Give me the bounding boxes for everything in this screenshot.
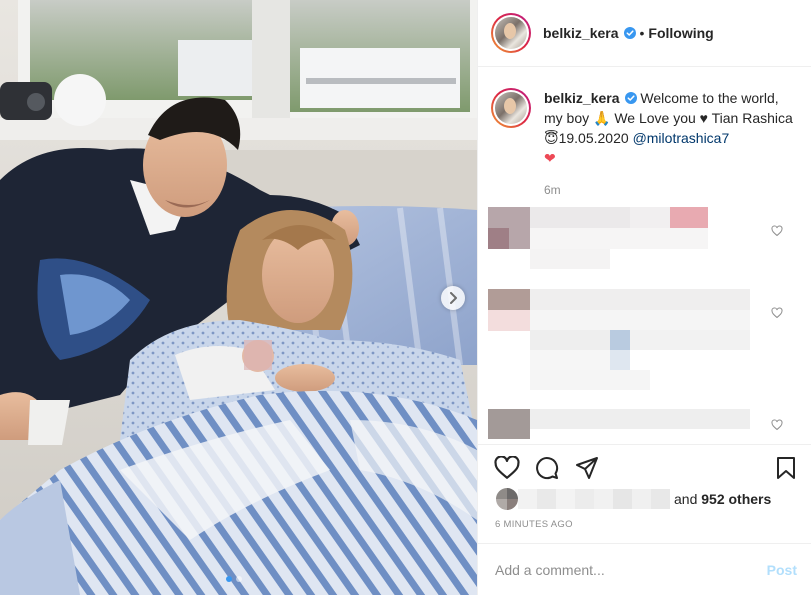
post-sidebar: belkiz_kera • Following belkiz_kera Welc…	[477, 0, 811, 595]
comments-area[interactable]: belkiz_kera Welcome to the world, my boy…	[478, 68, 811, 444]
comment-input[interactable]	[495, 561, 767, 578]
heart-icon[interactable]	[494, 456, 520, 480]
avatar[interactable]	[491, 13, 531, 53]
caption-age: 6m	[544, 183, 561, 197]
post-comment-button[interactable]: Post	[767, 562, 797, 578]
post-timestamp[interactable]: 6 MINUTES AGO	[495, 519, 573, 530]
liker-name-blurred	[518, 489, 670, 509]
username-link[interactable]: belkiz_kera	[543, 25, 619, 41]
liker-avatar	[496, 488, 518, 510]
small-heart-icon[interactable]	[771, 307, 783, 319]
caption-text-block: belkiz_kera Welcome to the world, my boy…	[544, 88, 797, 168]
carousel-next-button[interactable]	[441, 286, 465, 310]
likes-count-text: and 952 others	[674, 491, 771, 507]
verified-badge-icon	[624, 92, 637, 104]
caption-username[interactable]: belkiz_kera	[544, 90, 620, 106]
red-heart-emoji: ❤	[544, 150, 556, 166]
small-heart-icon[interactable]	[771, 419, 783, 431]
likes-others-link[interactable]: 952 others	[701, 491, 771, 507]
following-button[interactable]: Following	[648, 25, 713, 41]
caption-mention-link[interactable]: @milotrashica7	[633, 130, 730, 146]
post-image	[0, 0, 477, 595]
post-photo[interactable]	[0, 0, 477, 595]
small-heart-icon[interactable]	[771, 225, 783, 237]
carousel-indicator	[226, 576, 242, 582]
list-item	[478, 289, 811, 409]
caption-avatar-image	[495, 92, 527, 124]
chevron-right-icon	[450, 292, 457, 304]
paper-plane-icon[interactable]	[574, 456, 600, 480]
comment-form: Post	[478, 543, 811, 595]
list-item	[478, 409, 811, 444]
avatar-image	[495, 17, 527, 49]
list-item	[478, 207, 811, 289]
header-separator: •	[639, 25, 645, 41]
caption-avatar[interactable]	[491, 88, 531, 128]
post-header: belkiz_kera • Following	[478, 0, 811, 67]
verified-badge-icon	[623, 27, 636, 39]
comment-icon[interactable]	[534, 456, 560, 480]
action-bar	[478, 444, 811, 489]
carousel-dot	[236, 576, 242, 582]
bookmark-icon[interactable]	[775, 456, 797, 480]
likes-row[interactable]: and 952 others	[496, 488, 771, 510]
carousel-dot-active	[226, 576, 232, 582]
caption: belkiz_kera Welcome to the world, my boy…	[478, 68, 811, 168]
likes-and: and	[674, 491, 698, 507]
